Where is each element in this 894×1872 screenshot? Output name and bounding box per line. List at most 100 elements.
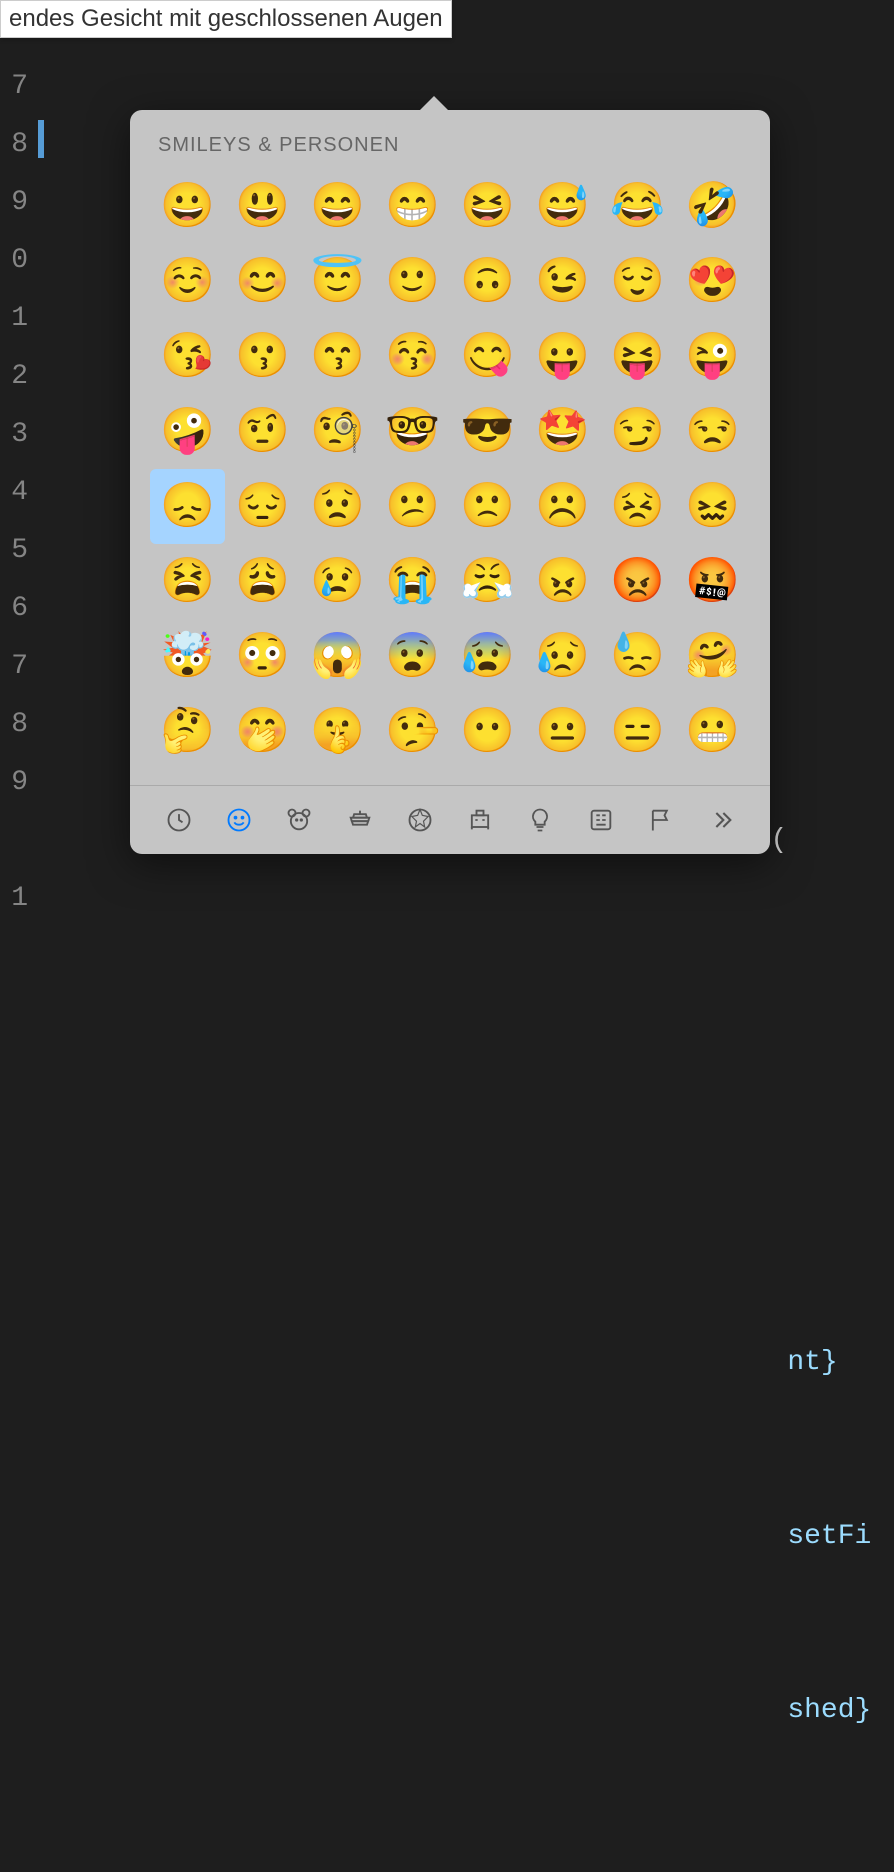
line-number: 1 — [0, 870, 28, 928]
emoji-cell[interactable]: 😞 — [150, 469, 225, 544]
emoji-cell[interactable]: 😤 — [450, 544, 525, 619]
emoji-cell[interactable]: 😨 — [375, 619, 450, 694]
emoji-cell[interactable]: 😑 — [600, 694, 675, 769]
tab-animals[interactable] — [270, 798, 328, 842]
emoji-cell[interactable]: 😰 — [450, 619, 525, 694]
emoji-cell[interactable]: 😜 — [675, 319, 750, 394]
emoji-cell[interactable]: 😬 — [675, 694, 750, 769]
emoji-cell[interactable]: 😶 — [450, 694, 525, 769]
emoji-cell[interactable]: 🤭 — [225, 694, 300, 769]
tab-recent[interactable] — [150, 798, 208, 842]
emoji-cell[interactable]: 😚 — [375, 319, 450, 394]
emoji-category-tabs — [130, 785, 770, 854]
line-number: 8 — [0, 116, 28, 174]
emoji-cell[interactable]: 😟 — [300, 469, 375, 544]
emoji-cell[interactable]: 😀 — [150, 169, 225, 244]
tab-objects[interactable] — [511, 798, 569, 842]
tab-flags[interactable] — [632, 798, 690, 842]
emoji-cell[interactable]: 😢 — [300, 544, 375, 619]
tab-symbols[interactable] — [572, 798, 630, 842]
emoji-picker-popover[interactable]: SMILEYS & PERSONEN 😀😃😄😁😆😅😂🤣 ☺️😊😇🙂🙃😉😌😍 😘😗😙😚… — [130, 110, 770, 854]
emoji-cell[interactable]: 😒 — [675, 394, 750, 469]
line-number: 2 — [0, 348, 28, 406]
line-number: 5 — [0, 522, 28, 580]
emoji-cell[interactable]: 😂 — [600, 169, 675, 244]
emoji-cell[interactable]: 🤪 — [150, 394, 225, 469]
emoji-cell[interactable]: 😡 — [600, 544, 675, 619]
emoji-cell[interactable]: 😋 — [450, 319, 525, 394]
emoji-cell[interactable]: 😅 — [525, 169, 600, 244]
emoji-cell[interactable]: 🙂 — [375, 244, 450, 319]
tab-smileys[interactable] — [210, 798, 268, 842]
line-number: 0 — [0, 232, 28, 290]
emoji-cell[interactable]: 😄 — [300, 169, 375, 244]
code-line[interactable]: setFi — [48, 1508, 894, 1566]
emoji-cell[interactable]: 😳 — [225, 619, 300, 694]
emoji-cell[interactable]: 🤩 — [525, 394, 600, 469]
tab-food[interactable] — [331, 798, 389, 842]
emoji-grid: 😀😃😄😁😆😅😂🤣 ☺️😊😇🙂🙃😉😌😍 😘😗😙😚😋😛😝😜 🤪🤨🧐🤓😎🤩😏😒 😞😔😟😕🙁☹️… — [130, 169, 770, 785]
emoji-cell[interactable]: 😣 — [600, 469, 675, 544]
code-line[interactable] — [48, 986, 894, 1044]
emoji-cell[interactable]: 🤨 — [225, 394, 300, 469]
emoji-cell[interactable]: 😫 — [150, 544, 225, 619]
emoji-cell[interactable]: 🧐 — [300, 394, 375, 469]
line-number: 3 — [0, 406, 28, 464]
active-line-indicator — [38, 120, 44, 158]
code-line[interactable]: shed} — [48, 1682, 894, 1740]
tab-more[interactable] — [692, 798, 750, 842]
emoji-cell[interactable]: 😭 — [375, 544, 450, 619]
emoji-cell[interactable]: 😏 — [600, 394, 675, 469]
emoji-cell[interactable]: 😩 — [225, 544, 300, 619]
emoji-cell[interactable]: 🤥 — [375, 694, 450, 769]
tab-travel[interactable] — [451, 798, 509, 842]
emoji-cell[interactable]: 😌 — [600, 244, 675, 319]
emoji-cell[interactable]: 😆 — [450, 169, 525, 244]
emoji-cell[interactable]: 🤗 — [675, 619, 750, 694]
emoji-cell[interactable]: 😛 — [525, 319, 600, 394]
emoji-category-title: SMILEYS & PERSONEN — [130, 110, 770, 169]
emoji-cell[interactable]: 🙁 — [450, 469, 525, 544]
line-number — [0, 812, 28, 870]
emoji-hover-tooltip: endes Gesicht mit geschlossenen Augen — [0, 0, 452, 38]
emoji-cell[interactable]: 😎 — [450, 394, 525, 469]
line-number: 9 — [0, 754, 28, 812]
emoji-cell[interactable]: 😔 — [225, 469, 300, 544]
line-number: 1 — [0, 290, 28, 348]
emoji-cell[interactable]: 😇 — [300, 244, 375, 319]
emoji-cell[interactable]: 😓 — [600, 619, 675, 694]
emoji-cell[interactable]: 🤫 — [300, 694, 375, 769]
emoji-cell[interactable]: 😥 — [525, 619, 600, 694]
emoji-cell[interactable]: 🙃 — [450, 244, 525, 319]
line-number: 4 — [0, 464, 28, 522]
emoji-cell[interactable]: 😖 — [675, 469, 750, 544]
emoji-cell[interactable]: 😉 — [525, 244, 600, 319]
line-number: 7 — [0, 58, 28, 116]
emoji-cell[interactable]: 😠 — [525, 544, 600, 619]
emoji-cell[interactable]: 😕 — [375, 469, 450, 544]
emoji-cell[interactable]: 😐 — [525, 694, 600, 769]
emoji-cell[interactable]: 😙 — [300, 319, 375, 394]
emoji-cell[interactable]: 🤬 — [675, 544, 750, 619]
line-number: 8 — [0, 696, 28, 754]
emoji-cell[interactable]: 😊 — [225, 244, 300, 319]
code-line[interactable]: nt} — [48, 1334, 894, 1392]
emoji-cell[interactable]: 😁 — [375, 169, 450, 244]
emoji-cell[interactable]: 😗 — [225, 319, 300, 394]
emoji-cell[interactable]: 🤓 — [375, 394, 450, 469]
line-number: 9 — [0, 174, 28, 232]
code-line[interactable] — [48, 1160, 894, 1218]
line-number: 6 — [0, 580, 28, 638]
emoji-cell[interactable]: 😝 — [600, 319, 675, 394]
emoji-cell[interactable]: 😱 — [300, 619, 375, 694]
code-line[interactable] — [48, 1856, 894, 1872]
emoji-cell[interactable]: 🤯 — [150, 619, 225, 694]
emoji-cell[interactable]: 😃 — [225, 169, 300, 244]
emoji-cell[interactable]: 🤣 — [675, 169, 750, 244]
emoji-cell[interactable]: 😍 — [675, 244, 750, 319]
emoji-cell[interactable]: 😘 — [150, 319, 225, 394]
tab-activity[interactable] — [391, 798, 449, 842]
emoji-cell[interactable]: ☹️ — [525, 469, 600, 544]
emoji-cell[interactable]: 🤔 — [150, 694, 225, 769]
emoji-cell[interactable]: ☺️ — [150, 244, 225, 319]
